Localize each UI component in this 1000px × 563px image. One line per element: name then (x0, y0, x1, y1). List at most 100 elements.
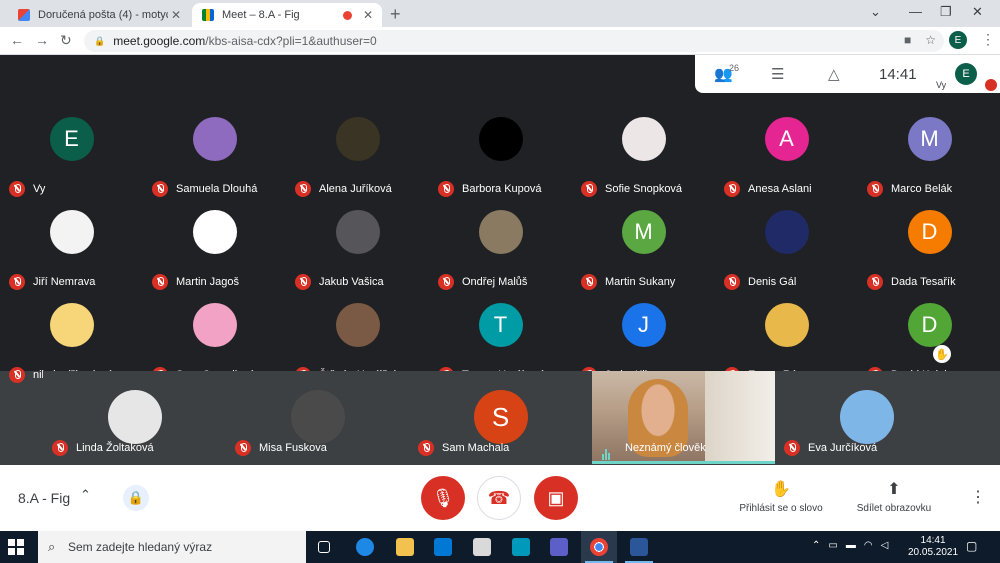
participant-tile[interactable]: D Dada Tesařík (858, 206, 1000, 299)
participant-tile[interactable]: Samuela Dlouhá (143, 113, 286, 206)
present-screen-button[interactable]: ⬆ Sdílet obrazovku (854, 479, 934, 514)
new-tab-button[interactable]: + (390, 4, 401, 25)
participant-avatar (49, 210, 94, 254)
wifi-icon[interactable]: ◠ (864, 540, 873, 551)
muted-icon (9, 181, 25, 197)
participant-tile[interactable]: Jakub Vašica (286, 206, 429, 299)
tab-gmail[interactable]: Doručená pošta (4) - motyckova ✕ (8, 3, 190, 27)
tab-meet[interactable]: Meet – 8.A - Fig ✕ (192, 3, 382, 27)
participant-name: Neznámý člověk (625, 442, 706, 454)
raise-hand-button[interactable]: ✋ Přihlásit se o slovo (735, 479, 827, 514)
tab-title: Meet – 8.A - Fig (222, 9, 300, 21)
present-icon: ⬆ (887, 481, 901, 498)
reload-icon[interactable]: ↻ (60, 32, 72, 49)
url-host: meet.google.com (113, 34, 206, 48)
activities-icon[interactable]: △ (828, 65, 840, 83)
muted-icon (784, 440, 800, 456)
taskbar-search-input[interactable]: ⌕ Sem zadejte hledaný výraz (38, 531, 306, 563)
minimize-icon[interactable]: — (909, 4, 922, 19)
windows-start-icon[interactable] (8, 539, 24, 555)
participant-tile[interactable]: E Vy (0, 113, 143, 206)
chevron-up-icon[interactable]: ⌃ (80, 487, 91, 503)
bookmark-star-icon[interactable]: ☆ (925, 33, 936, 47)
participant-avatar (764, 210, 809, 254)
leave-call-button[interactable]: ☎ (477, 476, 521, 520)
file-explorer-icon[interactable] (396, 538, 414, 556)
battery-icon[interactable]: ▬ (846, 540, 856, 551)
raised-hand-icon: ✋ (933, 345, 951, 363)
camera-permission-icon[interactable]: ■ (904, 33, 911, 47)
meeting-clock: 14:41 (879, 66, 917, 83)
participant-tile[interactable]: Jiří Nemrava (0, 206, 143, 299)
back-icon[interactable]: ← (10, 32, 24, 48)
people-count: 26 (729, 63, 740, 73)
participant-name: Sam Machala (442, 442, 510, 454)
participant-tile[interactable]: S Sam Machala (409, 371, 592, 464)
volume-icon[interactable]: ◁ (881, 540, 889, 551)
participant-avatar: S (473, 390, 528, 444)
notification-center-icon[interactable]: ▢ (966, 539, 977, 553)
participant-avatar: E (49, 117, 94, 161)
task-view-icon[interactable] (318, 541, 330, 553)
chat-icon[interactable]: ☰ (771, 65, 784, 83)
recording-indicator-icon (343, 10, 352, 20)
participant-tile[interactable]: Denis Gál (715, 206, 858, 299)
participant-avatar: T (478, 303, 523, 347)
participant-avatar: D (907, 303, 952, 347)
participant-avatar (290, 390, 345, 444)
app-icon[interactable] (512, 538, 530, 556)
participant-name: Dada Tesařík (891, 276, 956, 288)
participant-name: Marco Belák (891, 183, 953, 195)
mic-off-icon: 🎙 (431, 487, 455, 508)
restore-icon[interactable]: ❐ (940, 4, 952, 20)
tab-search-icon[interactable]: ⌄ (870, 4, 881, 20)
camera-toggle-button[interactable]: ▣ (534, 476, 578, 520)
window-close-icon[interactable]: ✕ (972, 4, 983, 20)
participant-tile[interactable]: Eva Jurčíková (775, 371, 958, 464)
participant-tile[interactable]: Ondřej Malůš (429, 206, 572, 299)
participant-grid: E Vy Samuela Dlouhá Alena Juříková Barbora K… (0, 93, 1000, 465)
forward-icon[interactable]: → (35, 32, 49, 48)
microphone-toggle-button[interactable]: 🎙 (421, 476, 465, 520)
url-path: /kbs-aisa-cdx?pli=1&authuser=0 (205, 34, 377, 48)
participant-tile[interactable]: Sofie Snopková (572, 113, 715, 206)
network-icon[interactable]: ▭ (828, 540, 837, 551)
more-options-icon[interactable]: ⋮ (970, 487, 986, 507)
close-tab-icon[interactable]: ✕ (360, 8, 376, 22)
participant-tile[interactable]: Barbora Kupová (429, 113, 572, 206)
participant-name: Eva Jurčíková (808, 442, 878, 454)
participant-tile[interactable]: Misa Fuskova (226, 371, 409, 464)
store-icon[interactable] (473, 538, 491, 556)
browser-toolbar: ← → ↻ 🔒 meet.google.com/kbs-aisa-cdx?pli… (0, 27, 1000, 55)
participant-name: Misa Fuskova (259, 442, 327, 454)
participant-avatar (192, 117, 237, 161)
chrome-icon[interactable] (590, 538, 608, 556)
taskbar-clock[interactable]: 14:41 20.05.2021 (908, 535, 958, 559)
participant-tile[interactable]: A Anesa Aslani (715, 113, 858, 206)
participant-tile[interactable]: M Marco Belák (858, 113, 1000, 206)
participant-avatar (49, 303, 94, 347)
participant-avatar: M (621, 210, 666, 254)
mail-icon[interactable] (434, 538, 452, 556)
participant-name: Jiří Nemrava (33, 276, 96, 288)
browser-menu-icon[interactable]: ⋮ (981, 31, 995, 48)
participant-tile[interactable]: M Martin Sukany (572, 206, 715, 299)
participant-tile[interactable]: Martin Jagoš (143, 206, 286, 299)
tray-chevron-icon[interactable]: ⌃ (812, 540, 820, 551)
word-icon[interactable] (630, 538, 648, 556)
muted-icon (9, 367, 25, 383)
profile-avatar[interactable]: E (949, 31, 967, 49)
edge-icon[interactable] (356, 538, 374, 556)
participant-avatar (478, 117, 523, 161)
host-controls-shield-icon[interactable]: 🔒 (123, 485, 149, 511)
present-label: Sdílet obrazovku (856, 503, 932, 514)
lock-icon: 🔒 (94, 35, 106, 46)
meeting-name[interactable]: 8.A - Fig (18, 490, 70, 506)
teams-icon[interactable] (550, 538, 568, 556)
video-background (705, 371, 775, 461)
participant-tile[interactable]: Linda Žoltaková (43, 371, 226, 464)
address-bar[interactable]: 🔒 meet.google.com/kbs-aisa-cdx?pli=1&aut… (84, 30, 944, 52)
participant-tile[interactable]: Alena Juříková (286, 113, 429, 206)
close-tab-icon[interactable]: ✕ (168, 8, 184, 22)
participant-video-tile[interactable]: Neznámý člověk (592, 371, 775, 464)
